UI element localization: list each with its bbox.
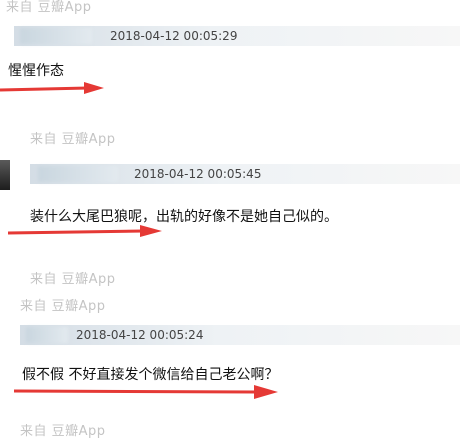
source-label: 来自 豆瓣App [30, 132, 116, 147]
source-label: 来自 豆瓣App [6, 0, 92, 15]
username-blurred[interactable] [38, 166, 118, 182]
username-blurred[interactable] [20, 28, 92, 44]
comment-timestamp: 2018-04-12 00:05:45 [134, 167, 262, 181]
source-label: 来自 豆瓣App [30, 272, 116, 287]
avatar[interactable] [0, 160, 10, 190]
source-label: 来自 豆瓣App [20, 299, 106, 314]
red-arrow-icon [14, 380, 284, 400]
red-arrow-icon [0, 80, 110, 98]
comment-text: 惺惺作态 [8, 63, 64, 79]
comment-timestamp: 2018-04-12 00:05:24 [76, 328, 204, 342]
red-arrow-icon [8, 222, 168, 240]
comment-timestamp: 2018-04-12 00:05:29 [110, 29, 238, 43]
source-label: 来自 豆瓣App [20, 424, 106, 439]
username-blurred[interactable] [26, 327, 68, 343]
